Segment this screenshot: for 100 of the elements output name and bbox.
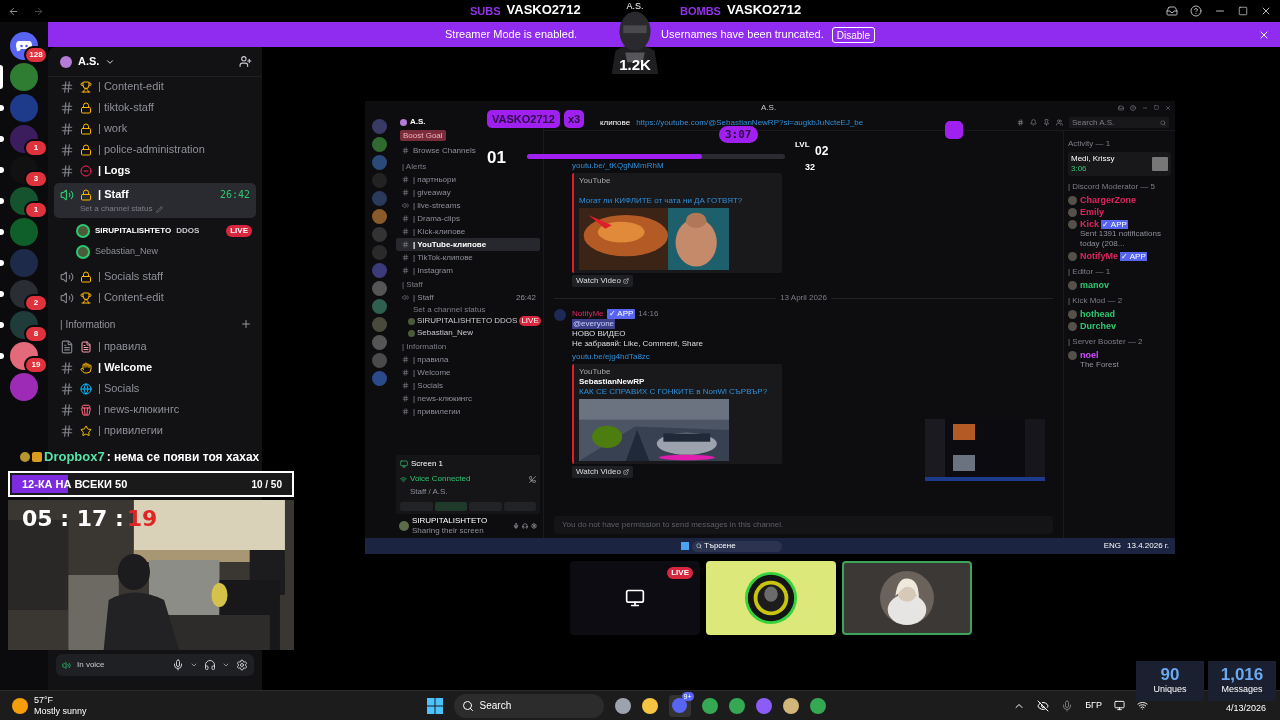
channel-item[interactable]: | work [54,120,256,137]
clock-date[interactable]: 4/13/2026 [1225,701,1266,715]
channel-name: | Content-edit [98,290,164,306]
settings-icon[interactable] [236,659,248,671]
server-icon [371,353,387,368]
server-name[interactable]: A.S. [78,53,100,70]
member-avatar [1068,281,1077,290]
channel-item[interactable]: | Content-edit [54,289,256,306]
channel-item[interactable]: | правила [396,353,540,366]
member-avatar[interactable] [76,244,90,259]
speaker-icon [60,290,74,305]
channel-item[interactable]: | TikTok-клипове [396,251,540,264]
hash-icon [60,402,74,417]
invite-icon[interactable] [239,55,252,68]
app-icon[interactable] [755,697,772,714]
server-badge-icon [400,118,407,126]
disable-button[interactable]: Disable [831,26,876,43]
search-field[interactable]: Search [453,693,604,718]
watch-video-button[interactable]: Watch Video [572,466,633,478]
chat-message: : нема се появи тоя хахах [106,449,260,466]
lock-icon [80,188,92,201]
channel-item[interactable]: | tiktok-staff [54,99,256,116]
member-name[interactable]: SIRUPITALISHTETO [95,224,172,237]
member-group-header: | Server Booster — 2 [1068,336,1144,348]
hash-icon [402,228,409,235]
browser-icon[interactable] [701,697,718,714]
participant-tile[interactable]: LIVE [570,561,700,635]
back-arrow-icon[interactable] [8,5,19,17]
category-label: | Information [401,341,448,353]
channel-item[interactable]: | Staff 26:42 Set a channel status [54,183,256,218]
channel-item[interactable]: | Instagram [396,264,540,277]
channel-item[interactable]: | Socials staff [54,268,256,285]
channel-item[interactable]: | police-administration [54,141,256,158]
channel-item[interactable]: | привилегии [54,422,256,439]
channel-item[interactable]: | правила [54,338,256,355]
help-icon[interactable] [1190,5,1202,17]
channel-topic: https://youtube.com/@SebastianNewRP?si=augkbJuNcteEJ_be [636,116,864,129]
user-name: SIRUPITALISHTETO [412,516,488,526]
task-view-icon[interactable] [614,697,631,714]
level-start: 01 [487,147,506,169]
eye-off-icon[interactable] [1037,699,1050,712]
channel-item[interactable]: | YouTube-клипове [396,238,540,251]
channel-item[interactable]: | Logs [54,162,256,179]
channel-item[interactable]: | партньори [396,173,540,186]
member-avatar[interactable] [76,223,90,238]
language-indicator[interactable]: БГР [1085,698,1102,713]
server-icon [371,137,387,152]
embed-title: КАК СЕ СПРАВИХ С ГОНКИТЕ в NonWl СЪРВЪР? [579,387,769,397]
folder-icon[interactable] [641,697,658,714]
inbox-icon[interactable] [1166,5,1178,17]
browser-icon[interactable] [728,697,745,714]
channel-item[interactable]: | Socials [54,380,256,397]
add-channel-icon[interactable] [240,318,252,330]
member-name[interactable]: Sebastian_New [95,244,159,259]
channel-item[interactable]: | news-клюкингс [54,401,256,418]
channel-item[interactable]: | Welcome [54,359,256,376]
category-label[interactable]: | Information [60,316,116,332]
channel-item[interactable]: | привилегии [396,405,540,418]
participant-tile[interactable] [706,561,836,635]
channel-item[interactable]: | live-streams [396,199,540,212]
channel-item[interactable]: | giveaway [396,186,540,199]
channel-item[interactable]: | Staff 26:42 [396,291,540,304]
popcorn-icon [80,403,92,416]
windows-icon[interactable] [426,697,443,714]
window-title: A.S. [761,102,777,114]
hash-icon [402,267,409,274]
channel-item[interactable]: | Drama-clips [396,212,540,225]
message-link[interactable]: youtu.be/ejg4hdTa8zc [572,352,650,362]
app-icon[interactable] [782,697,799,714]
overlay-logo-icon [945,121,963,139]
chevron-down-icon[interactable] [222,661,230,669]
channel-item[interactable]: | news-клюкингс [396,392,540,405]
discord-icon[interactable] [672,698,688,713]
headphones-icon[interactable] [204,659,216,671]
channel-name: | Socials [98,381,140,397]
maximize-icon[interactable] [1238,6,1248,16]
microphone-icon[interactable] [172,659,184,671]
live-badge: LIVE [226,224,252,237]
browser-icon[interactable] [809,697,826,714]
chevron-down-icon[interactable] [190,661,198,669]
channel-item[interactable]: | Kick-клипове [396,225,540,238]
server-icon [371,281,387,296]
network-icon[interactable] [1114,700,1125,711]
close-icon[interactable] [1260,5,1272,17]
message-link[interactable]: youtu.be/_tKQgNMmRhM [572,161,664,171]
participant-tile[interactable] [842,561,972,635]
channel-item[interactable]: | Socials [396,379,540,392]
wifi-icon[interactable] [1137,700,1148,711]
signal-icon [400,475,407,483]
notification-badge: 1 [24,139,48,157]
channel-item[interactable]: | Welcome [396,366,540,379]
server-icon[interactable] [10,63,38,91]
channel-item[interactable]: | Content-edit [54,78,256,95]
watch-video-button[interactable]: Watch Video [572,275,633,287]
user-avatar [399,521,409,531]
channel-status[interactable]: Set a channel status [80,203,153,215]
hash-icon [402,176,409,183]
weather-icon[interactable] [12,697,28,714]
weather-temperature[interactable]: 57°F [34,694,87,706]
weather-condition[interactable]: Mostly sunny [34,705,87,717]
